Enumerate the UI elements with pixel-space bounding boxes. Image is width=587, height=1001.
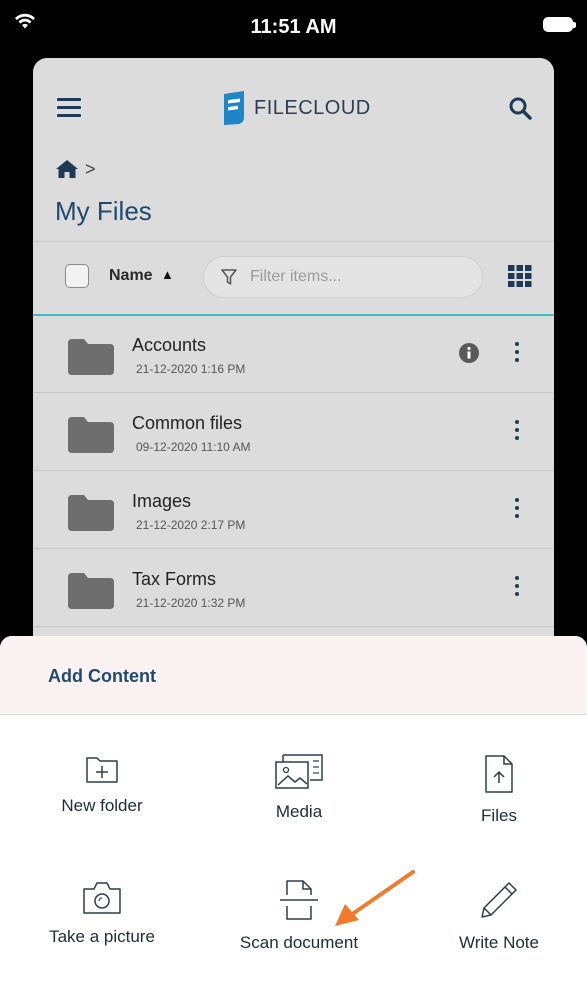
action-label: Scan document — [239, 933, 359, 952]
search-icon[interactable] — [508, 96, 532, 120]
more-options-icon[interactable] — [515, 342, 519, 366]
new-folder-icon — [86, 757, 118, 783]
breadcrumb: > — [55, 158, 96, 180]
info-icon[interactable] — [459, 343, 479, 363]
file-date: 21-12-2020 1:32 PM — [136, 596, 246, 610]
folder-icon — [68, 573, 114, 609]
file-name: Accounts — [132, 335, 207, 355]
filecloud-logo: FILECLOUD — [220, 90, 371, 126]
file-upload-icon — [485, 755, 513, 793]
filter-icon — [221, 269, 237, 285]
file-date: 09-12-2020 11:10 AM — [136, 440, 251, 454]
add-content-sheet: Add Content New folder Media Files Take … — [0, 636, 587, 1001]
action-label: Media — [275, 802, 323, 821]
file-name: Tax Forms — [132, 569, 217, 589]
camera-icon — [83, 882, 121, 914]
more-options-icon[interactable] — [515, 420, 519, 444]
grid-view-icon[interactable] — [508, 265, 532, 287]
file-date: 21-12-2020 1:16 PM — [136, 362, 246, 376]
status-bar: 11:51 AM — [0, 0, 587, 54]
file-date: 21-12-2020 2:17 PM — [136, 518, 246, 532]
folder-row[interactable]: Tax Forms 21-12-2020 1:32 PM — [33, 549, 554, 627]
folder-row[interactable]: Accounts 21-12-2020 1:16 PM — [33, 315, 554, 393]
filter-box — [203, 256, 483, 298]
breadcrumb-separator: > — [85, 158, 96, 179]
folder-row[interactable]: Images 21-12-2020 2:17 PM — [33, 471, 554, 549]
scan-document-icon — [280, 880, 318, 920]
folder-icon — [68, 495, 114, 531]
take-picture-button[interactable]: Take a picture — [27, 879, 177, 947]
media-icon — [275, 754, 323, 789]
sheet-title: Add Content — [48, 666, 156, 686]
page-title: My Files — [55, 196, 152, 226]
action-label: New folder — [61, 796, 143, 815]
more-options-icon[interactable] — [515, 498, 519, 522]
filter-input[interactable] — [248, 267, 472, 287]
hamburger-menu-icon[interactable] — [57, 98, 81, 118]
files-button[interactable]: Files — [424, 754, 574, 826]
pencil-icon — [481, 882, 517, 918]
filecloud-logo-icon — [224, 91, 244, 125]
media-button[interactable]: Media — [224, 754, 374, 822]
action-label: Write Note — [459, 933, 539, 952]
sort-by-name-button[interactable]: Name — [109, 267, 153, 285]
home-icon[interactable] — [55, 159, 79, 179]
logo-text: FILECLOUD — [254, 96, 371, 119]
folder-icon — [68, 339, 114, 375]
new-folder-button[interactable]: New folder — [27, 754, 177, 816]
more-options-icon[interactable] — [515, 576, 519, 600]
select-all-checkbox[interactable] — [65, 264, 89, 288]
annotation-arrow-icon — [335, 870, 415, 926]
battery-icon — [543, 17, 576, 32]
status-time: 11:51 AM — [250, 16, 337, 38]
folder-icon — [68, 417, 114, 453]
sort-filter-bar: Name ▲ — [33, 241, 554, 316]
file-name: Common files — [132, 413, 243, 433]
app-header: FILECLOUD — [33, 58, 554, 158]
sort-ascending-icon[interactable]: ▲ — [161, 267, 174, 282]
action-label: Take a picture — [49, 927, 155, 946]
folder-row[interactable]: Common files 09-12-2020 11:10 AM — [33, 393, 554, 471]
file-name: Images — [132, 491, 192, 511]
file-list: Accounts 21-12-2020 1:16 PM Common files… — [33, 315, 554, 627]
action-label: Files — [481, 806, 517, 825]
write-note-button[interactable]: Write Note — [424, 879, 574, 953]
